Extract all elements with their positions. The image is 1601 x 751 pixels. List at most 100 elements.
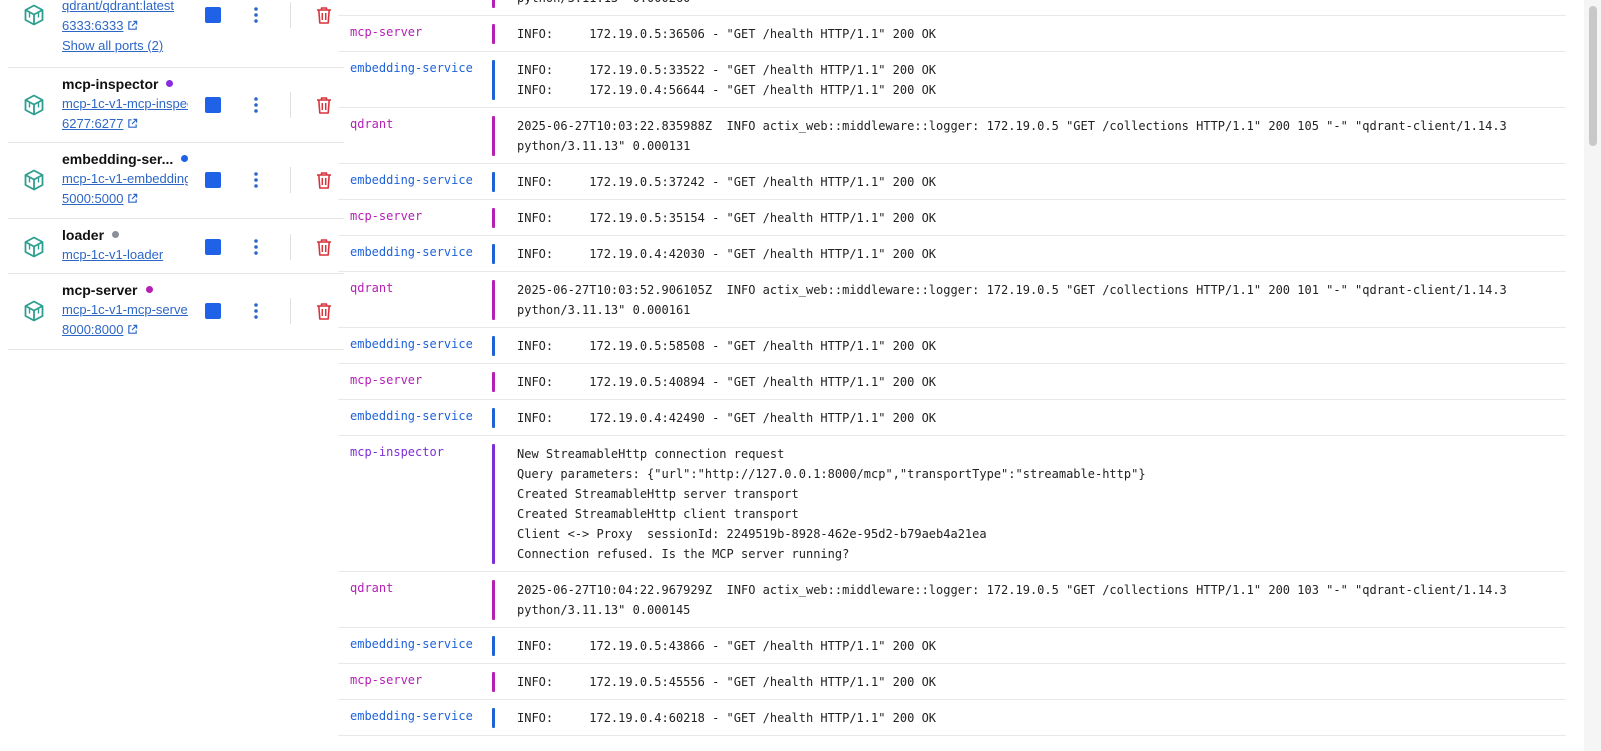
log-line: INFO: 172.19.0.4:42030 - "GET /health HT… [517, 247, 937, 261]
log-color-bar [492, 24, 495, 44]
more-actions-icon[interactable] [248, 301, 264, 321]
container-list: qdrant/qdrant:latest 6333:6333 Show all po… [0, 0, 344, 751]
port-link[interactable]: 6277:6277 [62, 116, 138, 133]
log-service-name[interactable]: qdrant [350, 281, 393, 295]
delete-icon[interactable] [315, 95, 333, 115]
more-actions-icon[interactable] [248, 95, 264, 115]
log-color-bar [492, 336, 495, 356]
stop-button[interactable] [205, 172, 221, 188]
delete-icon[interactable] [315, 301, 333, 321]
port-link[interactable]: 8000:8000 [62, 322, 138, 339]
divider [290, 234, 291, 260]
log-color-bar [492, 444, 495, 564]
log-service-name[interactable]: mcp-inspector [350, 445, 444, 459]
log-message: INFO: 172.19.0.4:42490 - "GET /health HT… [517, 408, 936, 428]
container-row: embedding-ser... mcp-1c-v1-embedding-serv… [8, 143, 344, 219]
more-actions-icon[interactable] [248, 5, 264, 25]
container-image-link[interactable]: mcp-1c-v1-mcp-server-1 [62, 302, 188, 318]
container-row: loader mcp-1c-v1-loader [8, 219, 344, 274]
log-service-name[interactable]: qdrant [350, 581, 393, 595]
log-line: INFO: 172.19.0.4:60218 - "GET /health HT… [517, 711, 937, 725]
more-actions-icon[interactable] [248, 170, 264, 190]
log-message: INFO: 172.19.0.4:42030 - "GET /health HT… [517, 244, 936, 264]
container-cube-icon [22, 168, 46, 192]
container-cube-icon [22, 235, 46, 259]
log-message: INFO: 172.19.0.5:35154 - "GET /health HT… [517, 208, 936, 228]
log-service-name[interactable]: embedding-service [350, 709, 473, 723]
log-message: 2025-06-27T10:03:22.835988Z INFO actix_w… [517, 116, 1507, 156]
container-image-link[interactable]: qdrant/qdrant:latest [62, 0, 188, 14]
divider [290, 2, 291, 28]
log-message: INFO: 172.19.0.5:43866 - "GET /health HT… [517, 636, 936, 656]
log-color-bar [492, 372, 495, 392]
container-name[interactable]: embedding-ser... [62, 151, 189, 167]
log-line: Connection refused. Is the MCP server ru… [517, 547, 850, 561]
stop-button[interactable] [205, 239, 221, 255]
container-name-text: loader [62, 227, 105, 243]
log-service-name[interactable]: embedding-service [350, 245, 473, 259]
log-color-bar [492, 244, 495, 264]
container-name[interactable]: mcp-server [62, 282, 153, 298]
log-service-name[interactable]: mcp-server [350, 25, 422, 39]
container-image-link[interactable]: mcp-1c-v1-loader [62, 247, 188, 263]
port-link[interactable]: 6333:6333 [62, 18, 138, 35]
log-message: INFO: 172.19.0.5:37242 - "GET /health HT… [517, 172, 936, 192]
log-line: Query parameters: {"url":"http://127.0.0… [517, 467, 1146, 481]
log-line: INFO: 172.19.0.4:56644 - "GET /health HT… [517, 83, 937, 97]
port-label: 6277:6277 [62, 116, 124, 131]
log-entry: mcp-server INFO: 172.19.0.5:40894 - "GET … [338, 364, 1566, 400]
log-line: Client <-> Proxy sessionId: 2249519b-892… [517, 527, 987, 541]
status-dot [181, 155, 189, 162]
delete-icon[interactable] [315, 5, 333, 25]
log-color-bar [492, 672, 495, 692]
port-label: 6333:6333 [62, 18, 124, 33]
log-line: Created StreamableHttp server transport [517, 487, 799, 501]
log-panel: python/3.11.13" 0.000260 mcp-server INFO: … [338, 0, 1566, 751]
log-entry: embedding-service INFO: 172.19.0.4:42030 … [338, 236, 1566, 272]
log-entry: mcp-inspector New StreamableHttp connecti… [338, 436, 1566, 572]
log-entry: embedding-service INFO: 172.19.0.5:37242 … [338, 164, 1566, 200]
log-entry: mcp-server INFO: 172.19.0.5:45556 - "GET … [338, 664, 1566, 700]
port-label: 8000:8000 [62, 322, 124, 337]
container-image-link[interactable]: mcp-1c-v1-mcp-inspector-1 [62, 96, 188, 112]
log-line: INFO: 172.19.0.5:43866 - "GET /health HT… [517, 639, 937, 653]
log-service-name[interactable]: mcp-server [350, 209, 422, 223]
log-service-name[interactable]: qdrant [350, 117, 393, 131]
container-name-text: mcp-server [62, 282, 138, 298]
container-name[interactable]: loader [62, 227, 120, 243]
more-actions-icon[interactable] [248, 237, 264, 257]
delete-icon[interactable] [315, 170, 333, 190]
log-service-name[interactable]: embedding-service [350, 173, 473, 187]
log-service-name[interactable]: mcp-server [350, 373, 422, 387]
container-row: mcp-inspector mcp-1c-v1-mcp-inspector-1 62… [8, 68, 344, 143]
log-color-bar [492, 60, 495, 100]
scrollbar-thumb[interactable] [1589, 6, 1597, 146]
status-dot [112, 231, 120, 238]
port-link[interactable]: 5000:5000 [62, 191, 138, 208]
log-service-name[interactable]: embedding-service [350, 409, 473, 423]
log-entry: qdrant 2025-06-27T10:04:22.967929Z INFO a… [338, 572, 1566, 628]
show-all-ports-link[interactable]: Show all ports (2) [62, 38, 163, 54]
stop-button[interactable] [205, 7, 221, 23]
status-dot [145, 286, 153, 293]
log-service-name[interactable]: embedding-service [350, 637, 473, 651]
stop-button[interactable] [205, 97, 221, 113]
container-row: qdrant/qdrant:latest 6333:6333 Show all po… [8, 0, 344, 68]
log-message: INFO: 172.19.0.5:58508 - "GET /health HT… [517, 336, 936, 356]
log-entry: embedding-service INFO: 172.19.0.5:33522 … [338, 52, 1566, 108]
stop-button[interactable] [205, 303, 221, 319]
log-line: INFO: 172.19.0.5:35154 - "GET /health HT… [517, 211, 937, 225]
log-entry: mcp-server INFO: 172.19.0.5:35154 - "GET … [338, 200, 1566, 236]
container-name[interactable]: mcp-inspector [62, 76, 174, 92]
delete-icon[interactable] [315, 237, 333, 257]
log-line: INFO: 172.19.0.5:37242 - "GET /health HT… [517, 175, 937, 189]
container-cube-icon [22, 3, 46, 27]
log-color-bar [492, 408, 495, 428]
log-line: New StreamableHttp connection request [517, 447, 785, 461]
log-line: python/3.11.13" 0.000260 [517, 0, 690, 8]
container-image-link[interactable]: mcp-1c-v1-embedding-service-1 [62, 171, 188, 187]
log-service-name[interactable]: mcp-server [350, 673, 422, 687]
log-line: INFO: 172.19.0.5:45556 - "GET /health HT… [517, 675, 937, 689]
log-service-name[interactable]: embedding-service [350, 337, 473, 351]
log-service-name[interactable]: embedding-service [350, 61, 473, 75]
